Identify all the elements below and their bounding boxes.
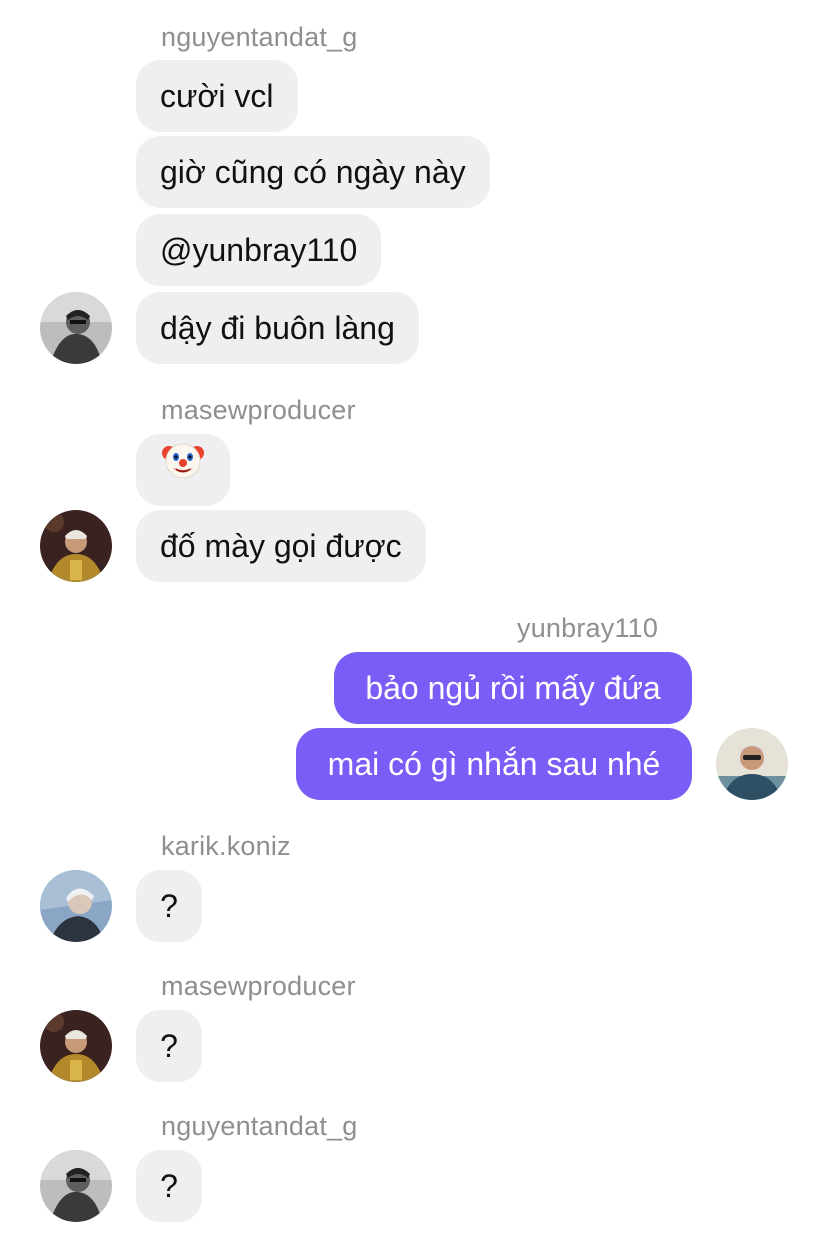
message-bubble-outgoing[interactable]: mai có gì nhắn sau nhé [296, 728, 692, 800]
avatar-blue-icon [40, 870, 112, 942]
avatar[interactable] [716, 728, 788, 800]
message-bubble[interactable]: cười vcl [136, 60, 298, 132]
avatar[interactable] [40, 510, 112, 582]
avatar-dark-stage-icon [40, 510, 112, 582]
sender-name: nguyentandat_g [161, 1111, 358, 1141]
avatar[interactable] [40, 870, 112, 942]
avatar[interactable] [40, 1150, 112, 1222]
message-bubble[interactable]: ? [136, 870, 202, 942]
message-bubble[interactable]: @yunbray110 [136, 214, 382, 286]
message-bubble[interactable]: ? [136, 1150, 202, 1222]
message-bubble[interactable]: dậy đi buôn làng [136, 292, 419, 364]
message-bubble[interactable]: giờ cũng có ngày này [136, 136, 490, 208]
avatar-grayscale-icon [40, 1150, 112, 1222]
avatar[interactable] [40, 1010, 112, 1082]
sender-name: masewproducer [161, 395, 356, 425]
avatar[interactable] [40, 292, 112, 364]
message-bubble-outgoing[interactable]: bảo ngủ rồi mấy đứa [334, 652, 692, 724]
avatar-grayscale-icon [40, 292, 112, 364]
clown-face-emoji-icon [162, 434, 204, 506]
avatar-color-icon [716, 728, 788, 800]
message-bubble[interactable]: ? [136, 1010, 202, 1082]
sender-name: nguyentandat_g [161, 22, 358, 52]
message-bubble[interactable]: đố mày gọi được [136, 510, 426, 582]
sender-name: karik.koniz [161, 831, 291, 861]
sender-name: yunbray110 [517, 613, 659, 643]
message-bubble-emoji[interactable] [136, 434, 230, 506]
sender-name: masewproducer [161, 971, 356, 1001]
avatar-dark-stage-icon [40, 1010, 112, 1082]
